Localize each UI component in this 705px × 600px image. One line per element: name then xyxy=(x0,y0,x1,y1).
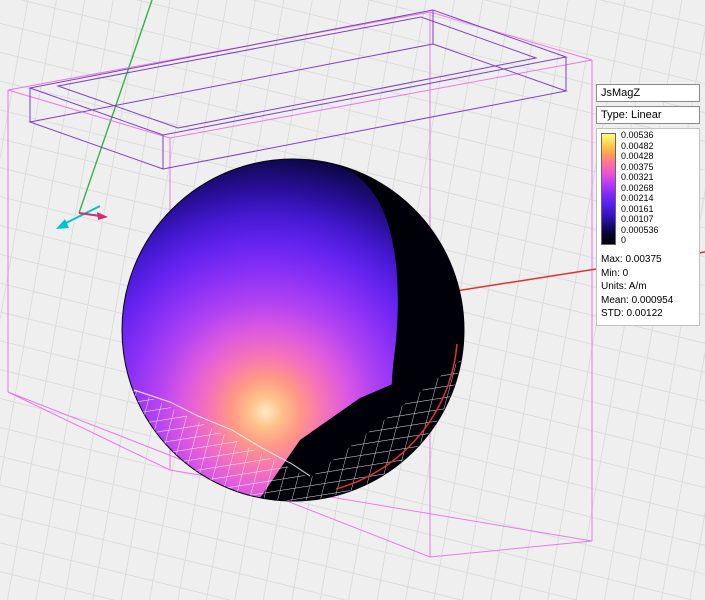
inner-wireframe-slab xyxy=(30,10,566,169)
tick-label: 0.00536 xyxy=(621,131,659,140)
legend-title: JsMagZ xyxy=(596,84,700,102)
legend-stats: Max: 0.00375 Min: 0 Units: A/m Mean: 0.0… xyxy=(601,253,695,321)
triad-z-arrowhead-icon xyxy=(56,219,69,229)
stat-line: Units: A/m xyxy=(601,280,695,294)
tick-label: 0.00428 xyxy=(621,152,659,161)
slab-top-face xyxy=(30,10,566,135)
tick-label: 0.000536 xyxy=(621,226,659,235)
field-sphere xyxy=(122,159,464,501)
triad-m-arrowhead-icon xyxy=(97,212,108,220)
stat-line: Min: 0 xyxy=(601,267,695,281)
slab-inner-face xyxy=(58,17,536,128)
legend-panel[interactable]: JsMagZ Type: Linear 0.00536 0.00482 0.00… xyxy=(596,84,700,326)
tick-label: 0.00321 xyxy=(621,173,659,182)
tick-label: 0.00482 xyxy=(621,142,659,151)
stat-line: STD: 0.00122 xyxy=(601,307,695,321)
tick-label: 0.00375 xyxy=(621,163,659,172)
tick-label: 0.00268 xyxy=(621,184,659,193)
legend-type: Type: Linear xyxy=(596,106,700,124)
legend-colorbar xyxy=(601,133,616,245)
tick-label: 0.00214 xyxy=(621,194,659,203)
coordinate-triad xyxy=(56,206,108,229)
viewport[interactable]: JsMagZ Type: Linear 0.00536 0.00482 0.00… xyxy=(0,0,705,600)
slab-bottom-face xyxy=(30,44,566,169)
stat-line: Mean: 0.000954 xyxy=(601,294,695,308)
tick-label: 0.00107 xyxy=(621,215,659,224)
tick-label: 0 xyxy=(621,236,659,245)
stat-line: Max: 0.00375 xyxy=(601,253,695,267)
legend-tick-labels: 0.00536 0.00482 0.00428 0.00375 0.00321 … xyxy=(621,131,659,245)
tick-label: 0.00161 xyxy=(621,205,659,214)
legend-scale-card: 0.00536 0.00482 0.00428 0.00375 0.00321 … xyxy=(596,128,700,326)
